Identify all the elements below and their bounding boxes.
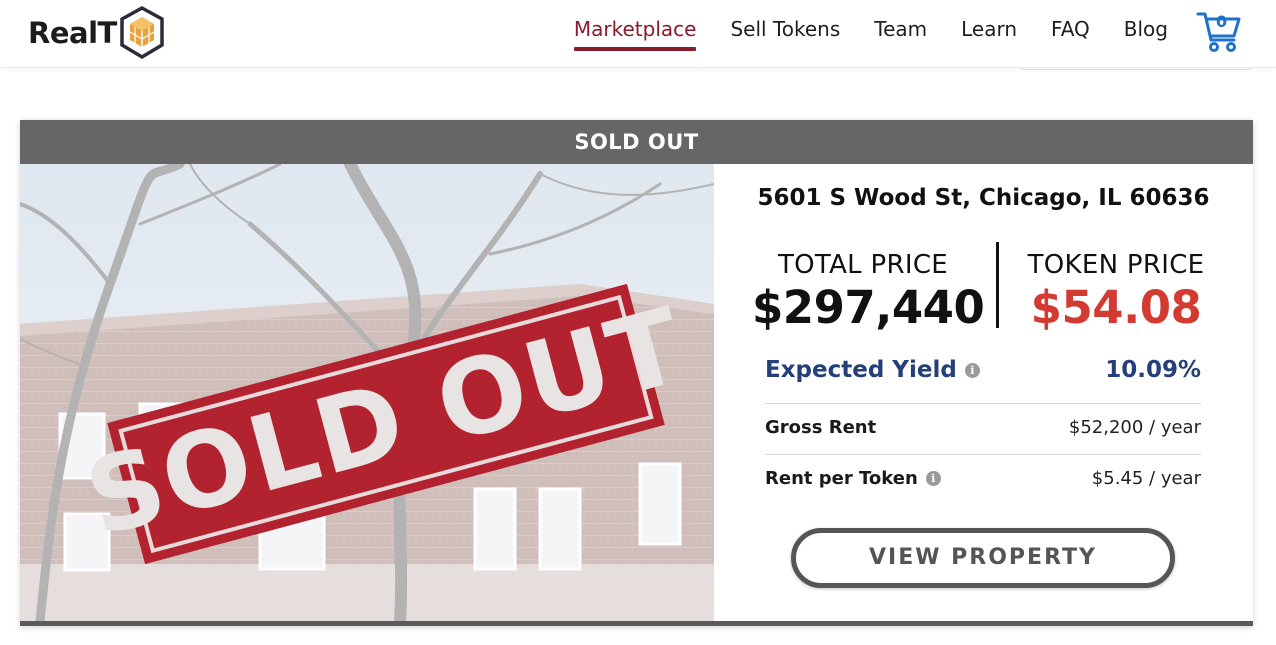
info-icon[interactable]: i [964,362,980,378]
expected-yield-row: Expected Yield i 10.09% [765,354,1201,386]
card-bottom-bar [20,621,1253,626]
cart-count-badge: 0 [1216,12,1228,31]
view-property-button[interactable]: VIEW PROPERTY [791,528,1175,588]
divider [765,403,1201,404]
property-info: 5601 S Wood St, Chicago, IL 60636 TOTAL … [714,164,1253,621]
expected-yield-text: Expected Yield [765,357,957,383]
token-price-value: $54.08 [1030,281,1202,334]
property-address[interactable]: 5601 S Wood St, Chicago, IL 60636 [714,185,1253,211]
gross-rent-value: $52,200 / year [1068,416,1201,438]
token-price: TOKEN PRICE $54.08 [1016,250,1216,334]
total-price-value: $297,440 [752,281,985,334]
sold-out-banner: SOLD OUT [20,120,1253,164]
logo-text: RealT [28,16,117,50]
property-photo-image: SOLD OUT [20,164,714,621]
main-nav: Marketplace Sell Tokens Team Learn FAQ B… [540,0,1168,62]
nav-sell-tokens[interactable]: Sell Tokens [730,0,840,62]
nav-faq[interactable]: FAQ [1051,0,1090,62]
property-photo[interactable]: SOLD OUT [20,164,714,621]
rent-per-token-row: Rent per Token i $5.45 / year [765,461,1201,495]
cart-button[interactable]: 0 [1196,10,1242,54]
site-header: RealT Marketplace Sell Tokens Team Learn… [0,0,1276,68]
nav-team[interactable]: Team [874,0,927,62]
nav-learn[interactable]: Learn [961,0,1017,62]
gross-rent-label: Gross Rent [765,416,877,438]
expected-yield-label: Expected Yield i [765,357,980,383]
price-divider [996,242,999,328]
divider [765,454,1201,455]
expected-yield-value: 10.09% [1105,357,1201,383]
total-price-label: TOTAL PRICE [777,250,949,280]
nav-marketplace[interactable]: Marketplace [573,0,696,62]
logo-cube-icon [120,6,164,60]
property-card: SOLD OUT SOLD OUT 5601 S Wood St, Chicag… [20,120,1253,626]
realt-logo[interactable]: RealT [28,4,165,62]
rent-per-token-value: $5.45 / year [1091,467,1201,489]
gross-rent-row: Gross Rent $52,200 / year [765,410,1201,444]
token-price-label: TOKEN PRICE [1027,250,1205,280]
rent-per-token-label: Rent per Token i [765,468,941,489]
info-icon[interactable]: i [925,470,941,486]
nav-blog[interactable]: Blog [1124,0,1168,62]
rent-per-token-text: Rent per Token [765,467,918,489]
total-price: TOTAL PRICE $297,440 [752,250,985,334]
